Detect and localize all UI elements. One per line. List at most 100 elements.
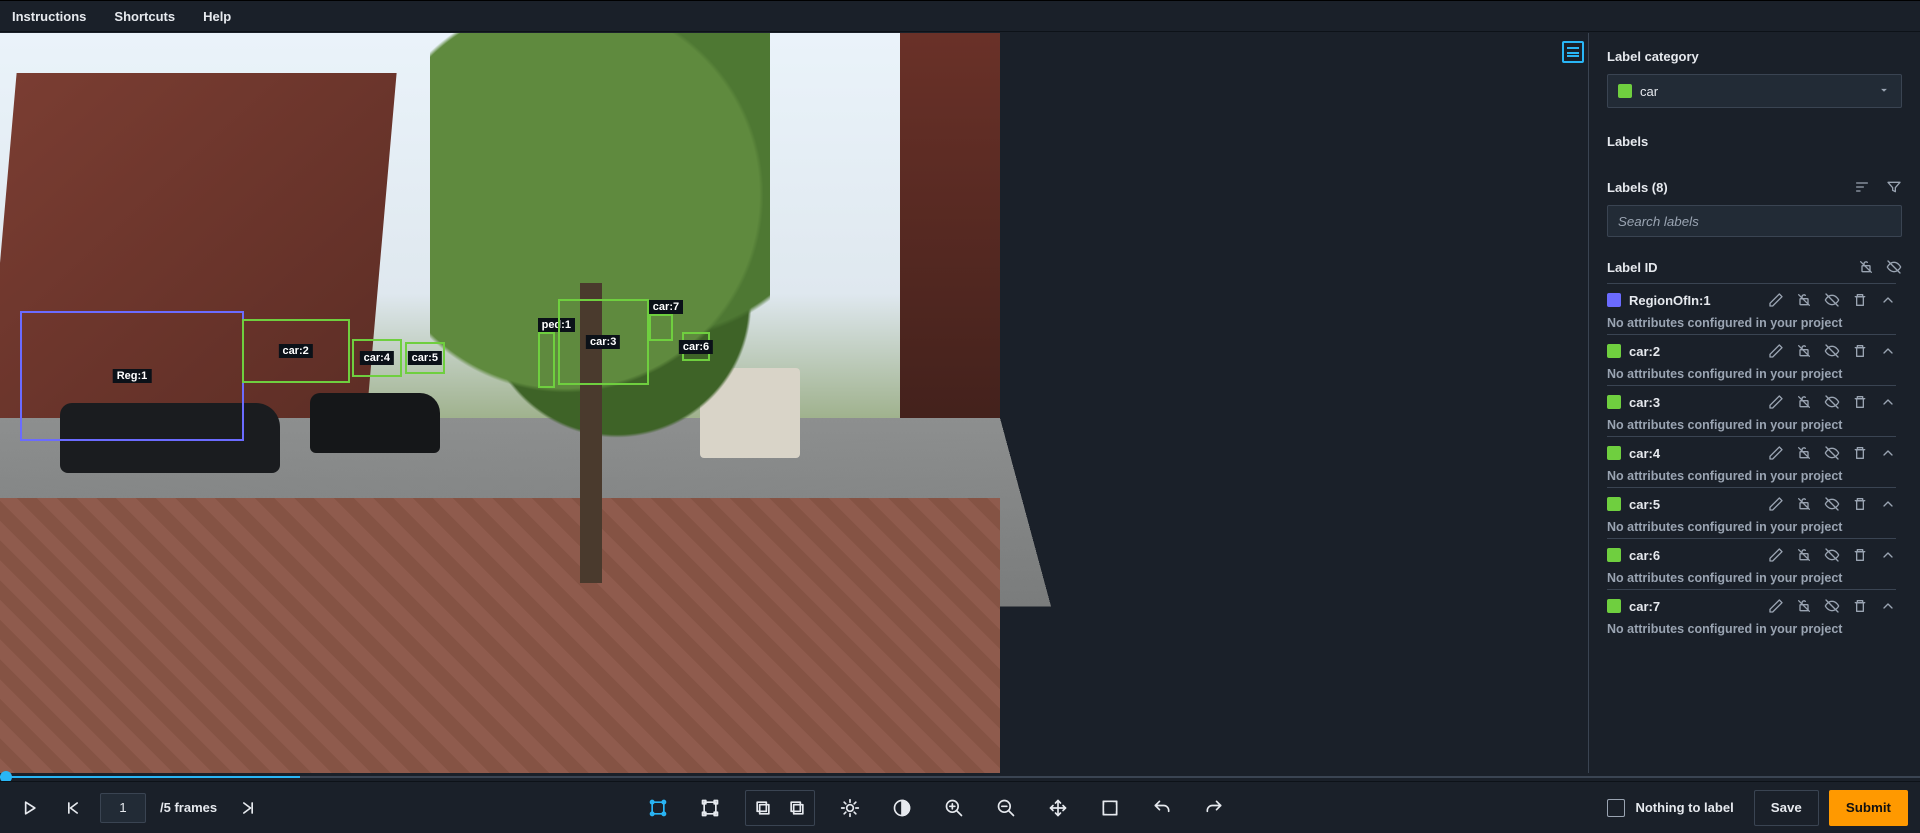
delete-icon[interactable] <box>1852 598 1868 614</box>
edit-icon[interactable] <box>1768 598 1784 614</box>
brightness-button[interactable] <box>833 791 867 825</box>
no-attributes-text: No attributes configured in your project <box>1607 622 1896 636</box>
filter-icon[interactable] <box>1886 179 1902 195</box>
no-attributes-text: No attributes configured in your project <box>1607 571 1896 585</box>
zoom-out-button[interactable] <box>989 791 1023 825</box>
delete-icon[interactable] <box>1852 547 1868 563</box>
edit-icon[interactable] <box>1768 343 1784 359</box>
hide-icon[interactable] <box>1824 445 1840 461</box>
frames-total: /5 frames <box>160 800 217 815</box>
label-item[interactable]: car:5No attributes configured in your pr… <box>1607 487 1896 538</box>
hide-icon[interactable] <box>1824 292 1840 308</box>
submit-button[interactable]: Submit <box>1829 790 1908 826</box>
delete-icon[interactable] <box>1852 343 1868 359</box>
frame-number-input[interactable] <box>100 793 146 823</box>
label-item[interactable]: car:3 No attributes configured in your pr… <box>1607 385 1896 436</box>
label-item[interactable]: car:7No attributes configured in your pr… <box>1607 589 1896 640</box>
fit-button[interactable] <box>1093 791 1127 825</box>
label-item[interactable]: car:4No attributes configured in your pr… <box>1607 436 1896 487</box>
bbox-label: car:7 <box>649 300 683 314</box>
edit-icon[interactable] <box>1768 496 1784 512</box>
lock-icon[interactable] <box>1796 445 1812 461</box>
collapse-icon[interactable] <box>1880 445 1896 461</box>
collapse-icon[interactable] <box>1880 547 1896 563</box>
bbox[interactable]: ped:1 <box>538 332 556 388</box>
lock-icon[interactable] <box>1796 547 1812 563</box>
undo-button[interactable] <box>1145 791 1179 825</box>
collapse-icon[interactable] <box>1880 343 1896 359</box>
label-name: car:3 <box>1629 395 1660 410</box>
hide-icon[interactable] <box>1824 394 1840 410</box>
toggle-panel-icon[interactable] <box>1562 41 1584 63</box>
copy-next-button[interactable] <box>780 791 814 825</box>
bbox[interactable]: car:4 <box>352 339 402 377</box>
timeline[interactable] <box>0 773 1920 781</box>
bbox-label: Reg:1 <box>113 369 152 383</box>
bbox-label: car:6 <box>679 340 713 354</box>
canvas-area[interactable]: Reg:1 car:2car:4car:5 ped:1 car:3 car:7 car:6 <box>0 33 1588 781</box>
bbox[interactable]: car:7 <box>649 314 673 341</box>
bbox-tool-alt-button[interactable] <box>693 791 727 825</box>
bbox[interactable]: car:3 <box>558 299 649 385</box>
edit-icon[interactable] <box>1768 394 1784 410</box>
hide-icon[interactable] <box>1824 598 1840 614</box>
edit-icon[interactable] <box>1768 547 1784 563</box>
search-labels-input[interactable] <box>1607 205 1902 237</box>
nothing-to-label-checkbox[interactable] <box>1607 799 1625 817</box>
chevron-down-icon <box>1877 83 1891 100</box>
lock-all-icon[interactable] <box>1858 259 1874 275</box>
lock-icon[interactable] <box>1796 343 1812 359</box>
bbox[interactable]: car:6 <box>682 332 709 361</box>
swatch-icon <box>1607 395 1621 409</box>
label-category-select[interactable]: car <box>1607 74 1902 108</box>
collapse-icon[interactable] <box>1880 496 1896 512</box>
swatch-icon <box>1607 293 1621 307</box>
redo-button[interactable] <box>1197 791 1231 825</box>
label-category-value: car <box>1640 84 1658 99</box>
swatch-icon <box>1607 446 1621 460</box>
lock-icon[interactable] <box>1796 598 1812 614</box>
label-list-scroll[interactable]: RegionOfIn:1No attributes configured in … <box>1607 283 1902 703</box>
save-button[interactable]: Save <box>1754 790 1819 826</box>
zoom-in-button[interactable] <box>937 791 971 825</box>
contrast-button[interactable] <box>885 791 919 825</box>
last-frame-button[interactable] <box>231 791 265 825</box>
lock-icon[interactable] <box>1796 292 1812 308</box>
bbox-label: car:3 <box>586 335 620 349</box>
label-item[interactable]: RegionOfIn:1No attributes configured in … <box>1607 283 1896 334</box>
pan-button[interactable] <box>1041 791 1075 825</box>
lock-icon[interactable] <box>1796 496 1812 512</box>
bbox[interactable]: car:2 <box>242 319 350 383</box>
bbox[interactable]: Reg:1 <box>20 311 244 441</box>
sort-icon[interactable] <box>1854 179 1870 195</box>
delete-icon[interactable] <box>1852 394 1868 410</box>
no-attributes-text: No attributes configured in your project <box>1607 316 1896 330</box>
collapse-icon[interactable] <box>1880 292 1896 308</box>
footer-toolbar: /5 frames Nothing to label Save Submit <box>0 781 1920 833</box>
hide-all-icon[interactable] <box>1886 259 1902 275</box>
label-item[interactable]: car:6No attributes configured in your pr… <box>1607 538 1896 589</box>
hide-icon[interactable] <box>1824 343 1840 359</box>
hide-icon[interactable] <box>1824 496 1840 512</box>
play-button[interactable] <box>12 791 46 825</box>
no-attributes-text: No attributes configured in your project <box>1607 367 1896 381</box>
first-frame-button[interactable] <box>56 791 90 825</box>
menu-instructions[interactable]: Instructions <box>12 9 86 24</box>
delete-icon[interactable] <box>1852 496 1868 512</box>
collapse-icon[interactable] <box>1880 394 1896 410</box>
bbox[interactable]: car:5 <box>405 342 445 374</box>
no-attributes-text: No attributes configured in your project <box>1607 418 1896 432</box>
delete-icon[interactable] <box>1852 292 1868 308</box>
label-id-heading: Label ID <box>1607 260 1658 275</box>
delete-icon[interactable] <box>1852 445 1868 461</box>
menu-help[interactable]: Help <box>203 9 231 24</box>
hide-icon[interactable] <box>1824 547 1840 563</box>
bbox-tool-button[interactable] <box>641 791 675 825</box>
collapse-icon[interactable] <box>1880 598 1896 614</box>
label-item[interactable]: car:2No attributes configured in your pr… <box>1607 334 1896 385</box>
copy-prev-button[interactable] <box>746 791 780 825</box>
edit-icon[interactable] <box>1768 292 1784 308</box>
menu-shortcuts[interactable]: Shortcuts <box>114 9 175 24</box>
edit-icon[interactable] <box>1768 445 1784 461</box>
lock-icon[interactable] <box>1796 394 1812 410</box>
